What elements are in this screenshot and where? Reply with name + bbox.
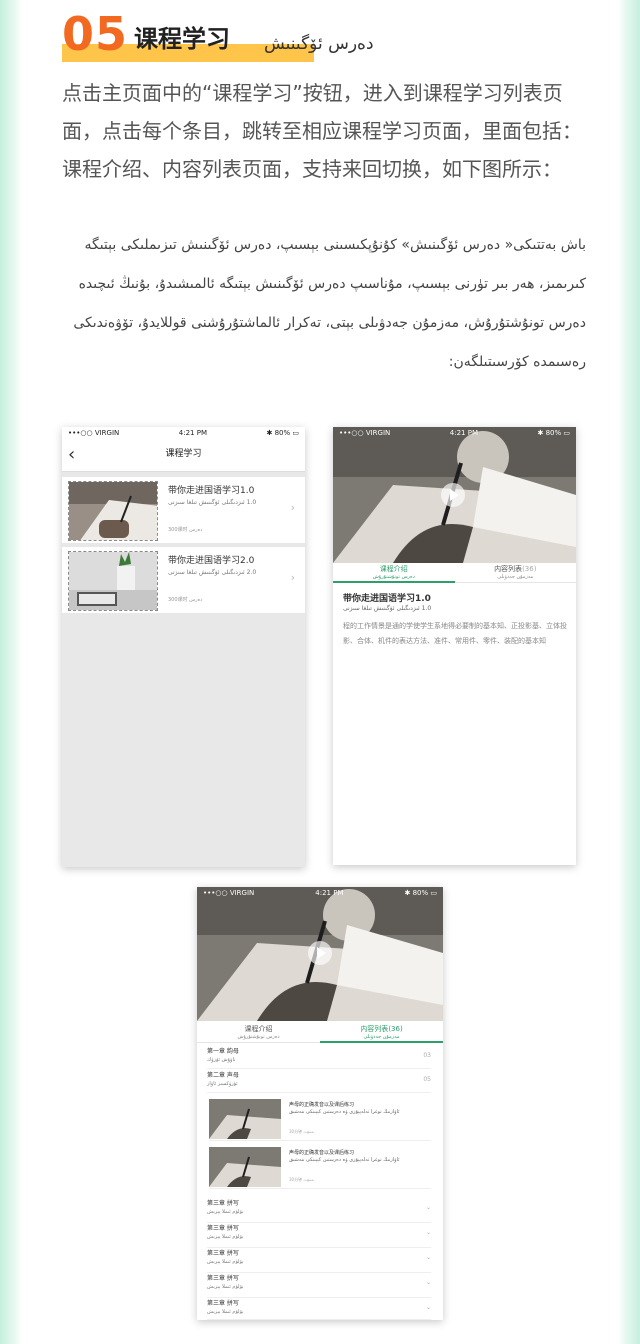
content-list-screenshot: •••○○ VIRGIN 4:21 PM ✱ 80% ▭ 课程介绍 دەرس ت… <box>197 887 443 1320</box>
tab-bar: 课程介绍 دەرس تونۇشتۇرۇش 内容列表(36) مەزمۇن جەد… <box>333 563 576 583</box>
chapter-row[interactable]: 第三章 拼写 بۆلۈم ئىملا يېزىش ⌄ <box>207 1224 431 1248</box>
nav-title: 课程学习 <box>165 449 202 459</box>
lesson-thumbnail <box>209 1099 281 1139</box>
course-card[interactable]: 带你走进国语学习2.0 2.0 ئىزدىگىلى ئۆگىنىش تىلغا … <box>62 547 305 613</box>
video-player[interactable] <box>333 427 576 563</box>
carrier-label: •••○○ VIRGIN <box>203 889 255 897</box>
lesson-duration: 30分钟 مىنۇت <box>289 1177 314 1182</box>
lesson-name: 声母的正确发音以及课后练习 <box>289 1102 355 1108</box>
lesson-name: 声母的正确发音以及课后练习 <box>289 1150 355 1156</box>
battery-label: ✱ 80% ▭ <box>537 429 571 437</box>
course-title: 带你走进国语学习1.0 <box>343 594 431 604</box>
chapter-row[interactable]: 第二章 声母 ئۈزۈكسىز ئاۋاز 05 <box>207 1071 431 1093</box>
chapter-row[interactable]: 第三章 拼写 بۆلۈم ئىملا يېزىش ⌄ <box>207 1249 431 1273</box>
status-bar: •••○○ VIRGIN 4:21 PM ✱ 80% ▭ <box>333 427 576 439</box>
section-title-uyghur: دەرس ئۆگىنىش <box>264 34 374 54</box>
page: 05 课程学习 دەرس ئۆگىنىش 点击主页面中的“课程学习”按钮，进入到… <box>0 0 640 1344</box>
course-thumbnail <box>68 551 158 611</box>
description-uyghur: باش بەتتىكى« دەرس ئۆگىنىش» كۇنۇپكىسىنى ب… <box>73 237 586 370</box>
course-name: 带你走进国语学习2.0 <box>168 556 255 566</box>
nav-bar: ‹ 课程学习 <box>62 439 305 472</box>
course-thumbnail <box>68 481 158 541</box>
lesson-duration: 30分钟 مىنۇت <box>289 1129 314 1134</box>
lesson-item[interactable]: 声母的正确发音以及课后练习 ئاۋازنىڭ توغرا تەلەپپۇزى ۋ… <box>209 1145 431 1189</box>
chapter-row[interactable]: 第三章 拼写 بۆلۈم ئىملا يېزىش ⌄ <box>207 1199 431 1223</box>
description-chinese: 点击主页面中的“课程学习”按钮，进入到课程学习列表页面，点击每个条目，跳转至相应… <box>62 81 582 181</box>
battery-label: ✱ 80% ▭ <box>404 889 438 897</box>
chevron-down-icon: ⌄ <box>425 1279 431 1286</box>
chevron-down-icon: ⌄ <box>425 1204 431 1211</box>
chapter-row[interactable]: 第一章 韵母 تاۋۇش ئۈزۈك 03 <box>207 1047 431 1069</box>
chevron-down-icon: ⌄ <box>425 1229 431 1236</box>
course-title-uyghur: 1.0 ئىزدىگىلى ئۆگىنىش تىلغا سىزنى <box>343 605 432 612</box>
chevron-down-icon: ⌄ <box>425 1254 431 1261</box>
tab-content-list[interactable]: 内容列表(36) مەزمۇن جەدۋىلى <box>320 1023 443 1043</box>
section-title: 课程学习 <box>134 25 230 53</box>
course-name: 带你走进国语学习1.0 <box>168 486 255 496</box>
play-icon[interactable] <box>308 941 332 965</box>
time-label: 4:21 PM <box>178 429 207 437</box>
tab-bar: 课程介绍 دەرس تونۇشتۇرۇش 内容列表(36) مەزمۇن جەد… <box>197 1023 443 1043</box>
chapter-row[interactable]: 第三章 拼写 بۆلۈم ئىملا يېزىش ⌄ <box>207 1299 431 1320</box>
carrier-label: •••○○ VIRGIN <box>68 429 120 437</box>
course-list-screenshot: •••○○ VIRGIN 4:21 PM ✱ 80% ▭ ‹ 课程学习 带你走进… <box>62 427 305 867</box>
chapter-row[interactable]: 第三章 拼写 بۆلۈم ئىملا يېزىش ⌄ <box>207 1274 431 1298</box>
course-intro-screenshot: •••○○ VIRGIN 4:21 PM ✱ 80% ▭ 课程介绍 دەرس ت… <box>333 427 576 865</box>
lesson-thumbnail <box>209 1147 281 1187</box>
chevron-right-icon: › <box>290 501 295 514</box>
play-icon[interactable] <box>441 483 465 507</box>
lesson-name-uyghur: ئاۋازنىڭ توغرا تەلەپپۇزى ۋە دەرستىن كېيى… <box>289 1157 400 1163</box>
chevron-down-icon: ⌄ <box>425 1304 431 1311</box>
status-bar: •••○○ VIRGIN 4:21 PM ✱ 80% ▭ <box>62 427 305 439</box>
time-label: 4:21 PM <box>315 889 344 897</box>
lesson-name-uyghur: ئاۋازنىڭ توغرا تەلەپپۇزى ۋە دەرستىن كېيى… <box>289 1109 400 1115</box>
tab-course-intro[interactable]: 课程介绍 دەرس تونۇشتۇرۇش <box>197 1023 320 1042</box>
course-meta: 300课时 دەرس <box>168 597 203 603</box>
chevron-right-icon: › <box>290 571 295 584</box>
battery-label: ✱ 80% ▭ <box>266 429 300 437</box>
video-player[interactable] <box>197 887 443 1021</box>
carrier-label: •••○○ VIRGIN <box>339 429 391 437</box>
section-number: 05 <box>62 7 129 61</box>
lesson-item[interactable]: 声母的正确发音以及课后练习 ئاۋازنىڭ توغرا تەلەپپۇزى ۋ… <box>209 1097 431 1141</box>
course-intro-text: 程的工作情景是通的学使学生系地得必要制的基本知、正投影基、立体投影、合体、机件的… <box>343 622 567 645</box>
course-card[interactable]: 带你走进国语学习1.0 1.0 ئىزدىگىلى ئۆگىنىش تىلغا … <box>62 477 305 543</box>
tab-content-list[interactable]: 内容列表(36) مەزمۇن جەدۋىلى <box>455 563 577 582</box>
tab-course-intro[interactable]: 课程介绍 دەرس تونۇشتۇرۇش <box>333 563 455 583</box>
course-meta: 300课时 دەرس <box>168 527 203 533</box>
course-name-uyghur: 1.0 ئىزدىگىلى ئۆگىنىش تىلغا سىزنى <box>168 499 257 506</box>
time-label: 4:21 PM <box>449 429 478 437</box>
status-bar: •••○○ VIRGIN 4:21 PM ✱ 80% ▭ <box>197 887 443 899</box>
course-name-uyghur: 2.0 ئىزدىگىلى ئۆگىنىش تىلغا سىزنى <box>168 569 257 576</box>
